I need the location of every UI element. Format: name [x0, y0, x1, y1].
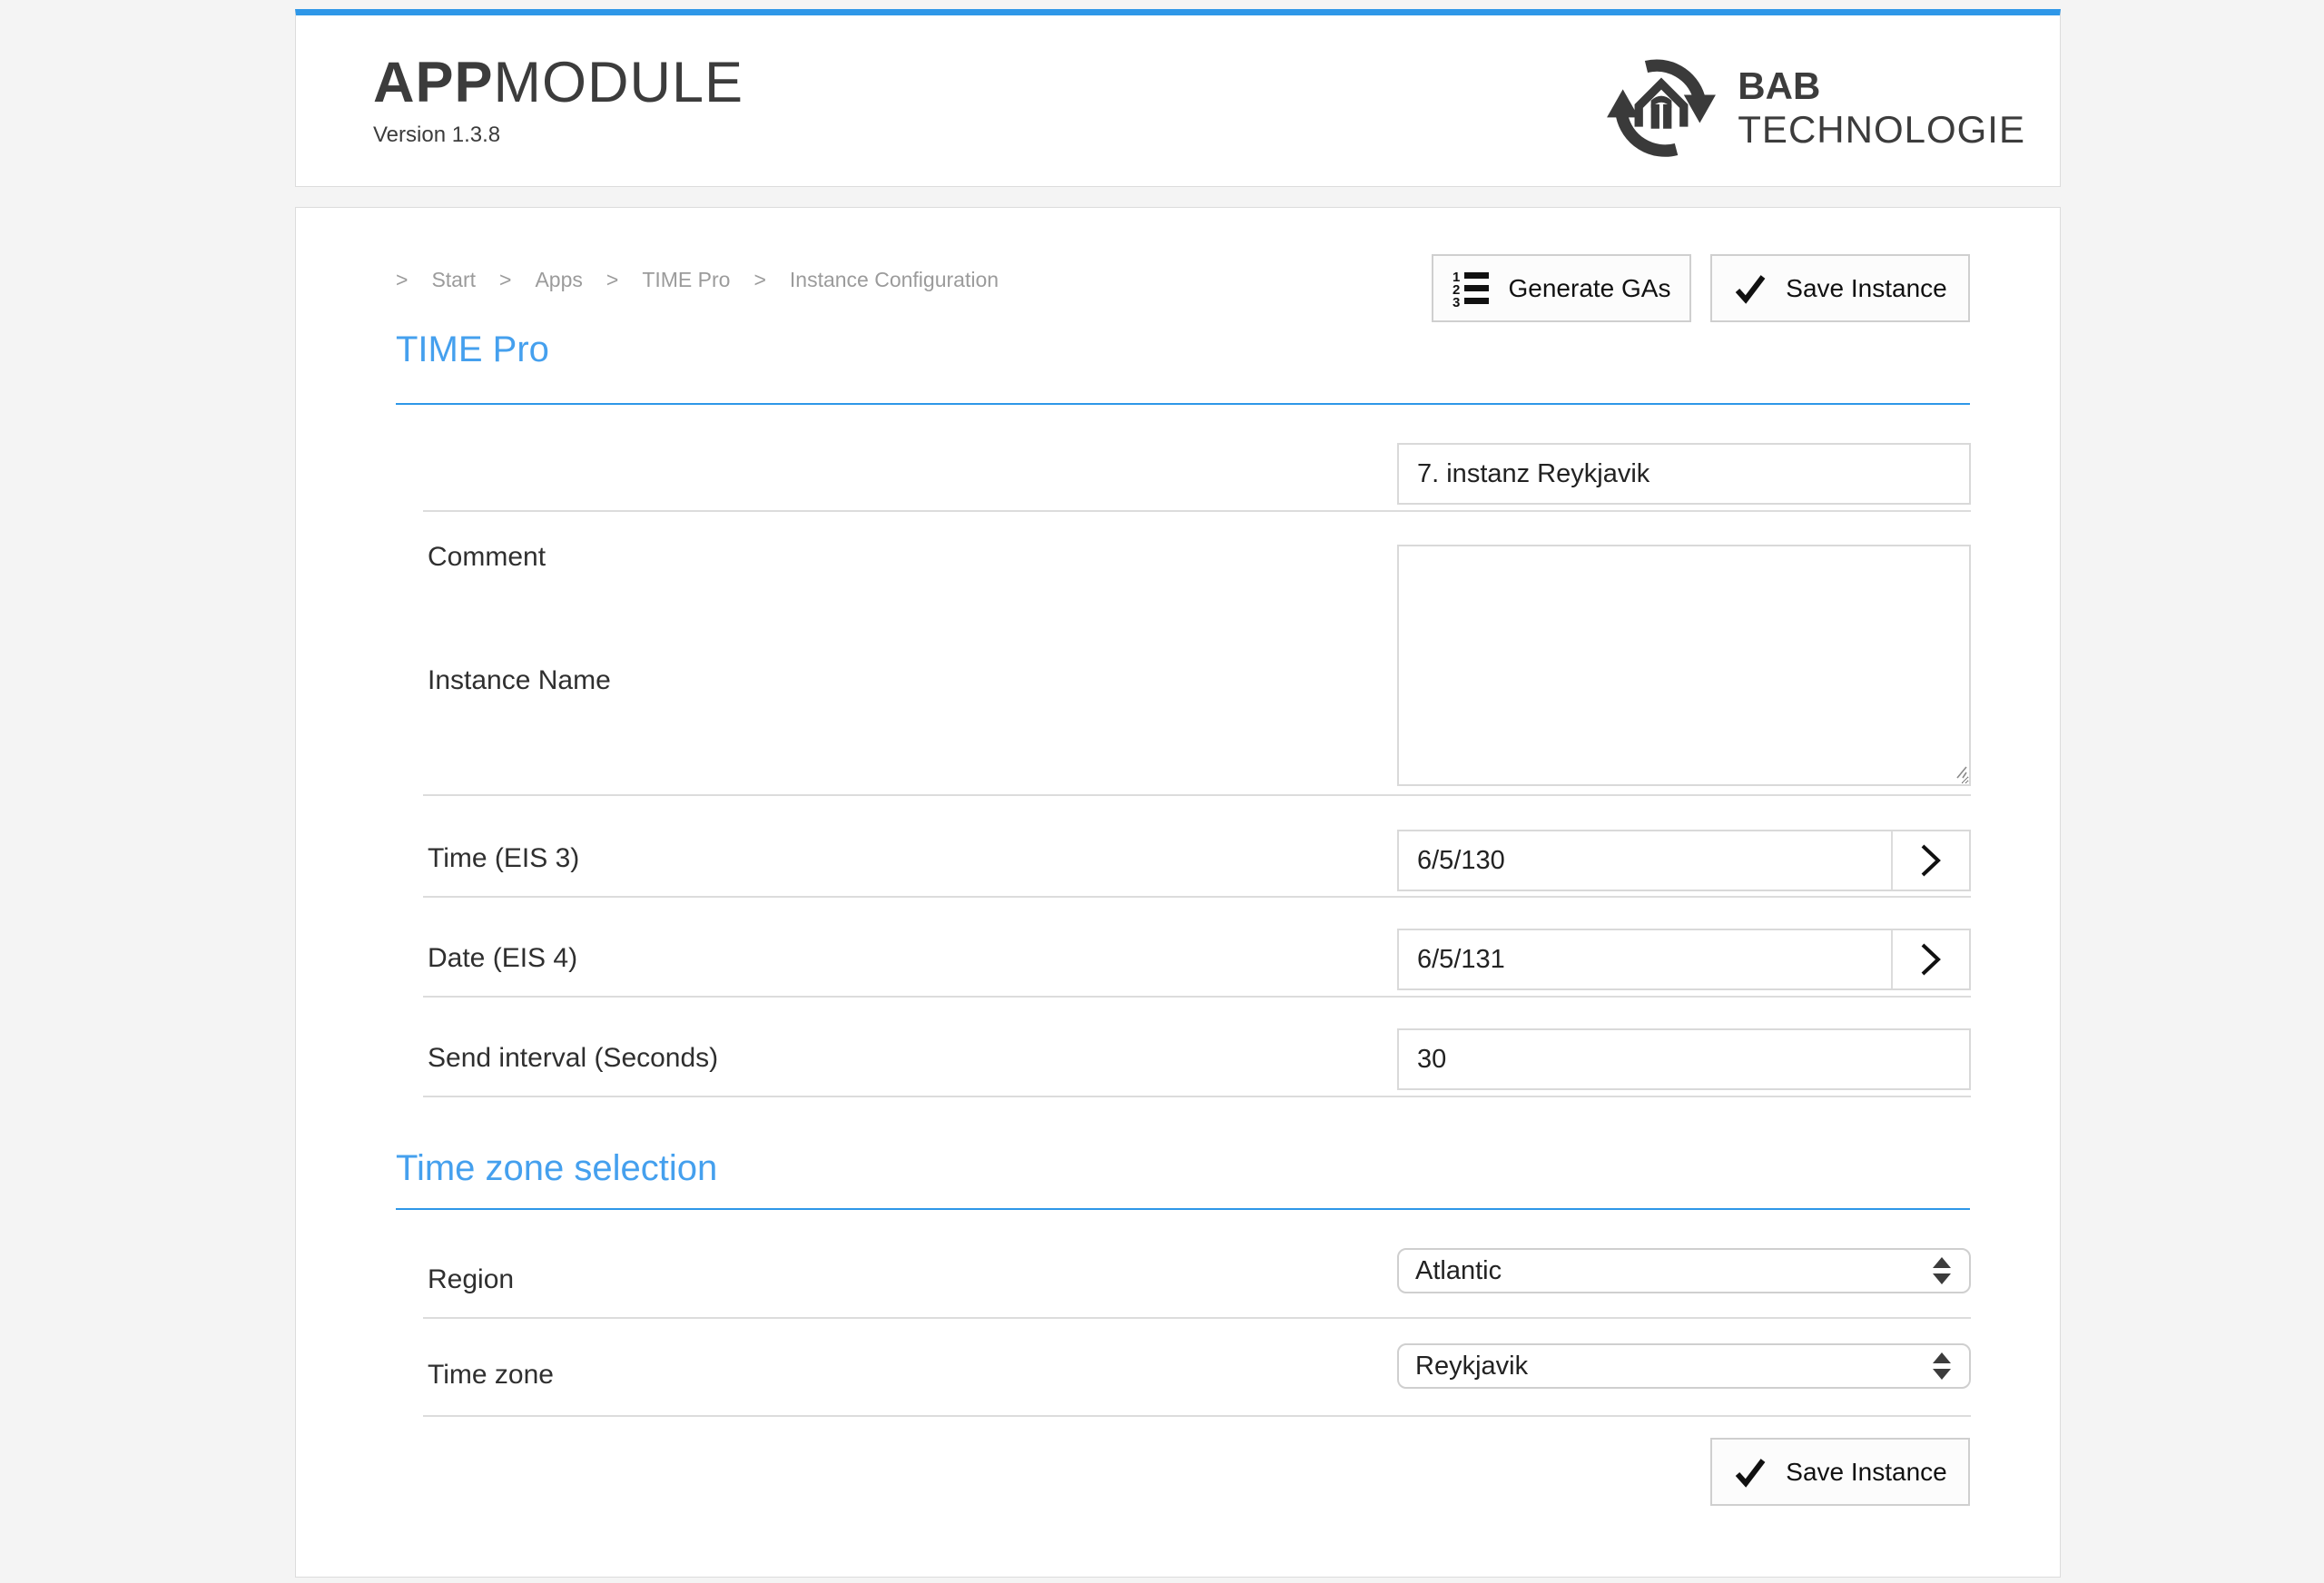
section-title-time-pro: TIME Pro [396, 329, 549, 370]
save-instance-button-top[interactable]: Save Instance [1710, 254, 1970, 322]
save-instance-button-bottom[interactable]: Save Instance [1710, 1438, 1970, 1506]
checkmark-icon [1733, 271, 1768, 306]
instance-name-input[interactable] [1397, 443, 1971, 505]
breadcrumb-separator: > [396, 268, 408, 292]
region-label: Region [428, 1264, 514, 1295]
instance-name-label: Instance Name [428, 665, 611, 696]
content-panel: > Start > Apps > TIME Pro > Instance Con… [295, 207, 2061, 1578]
brand-name: BAB [1738, 64, 2025, 108]
time-zone-label: Time zone [428, 1360, 554, 1391]
time-eis3-input[interactable] [1399, 831, 1891, 890]
time-eis3-label: Time (EIS 3) [428, 843, 579, 874]
time-eis3-browse-button[interactable] [1891, 831, 1969, 890]
brand-text: BAB TECHNOLOGIE [1738, 64, 2025, 152]
date-eis4-input-group [1397, 929, 1971, 990]
app-title: APPMODULE [373, 50, 743, 115]
app-logo: APPMODULE Version 1.3.8 [373, 50, 743, 148]
generate-gas-label: Generate GAs [1509, 274, 1671, 303]
row-divider [423, 1096, 1971, 1097]
time-zone-selected-value: Reykjavik [1415, 1352, 1528, 1381]
section-rule [396, 1208, 1970, 1210]
breadcrumb-item-instance-configuration: Instance Configuration [790, 268, 999, 292]
section-rule [396, 403, 1970, 405]
up-down-spinner-icon [1933, 1257, 1951, 1284]
row-divider [423, 1415, 1971, 1417]
row-divider [423, 896, 1971, 898]
breadcrumb-separator: > [753, 268, 765, 292]
svg-text:3: 3 [1452, 295, 1460, 308]
comment-label: Comment [428, 542, 546, 573]
date-eis4-label: Date (EIS 4) [428, 943, 577, 974]
breadcrumb: > Start > Apps > TIME Pro > Instance Con… [396, 268, 999, 292]
app-title-bold: APP [373, 51, 494, 114]
app-title-regular: MODULE [494, 51, 744, 114]
region-select[interactable]: Atlantic [1397, 1248, 1971, 1293]
breadcrumb-separator: > [606, 268, 618, 292]
app-version: Version 1.3.8 [373, 123, 743, 148]
brand-logo: BAB TECHNOLOGIE [1605, 52, 2025, 164]
row-divider [423, 996, 1971, 998]
breadcrumb-item-apps[interactable]: Apps [535, 268, 582, 292]
chevron-right-icon [1919, 841, 1943, 880]
time-zone-select[interactable]: Reykjavik [1397, 1343, 1971, 1389]
time-eis3-input-group [1397, 830, 1971, 891]
chevron-right-icon [1919, 939, 1943, 979]
region-selected-value: Atlantic [1415, 1256, 1502, 1286]
generate-gas-button[interactable]: 1 2 3 Generate GAs [1432, 254, 1691, 322]
breadcrumb-item-start[interactable]: Start [431, 268, 476, 292]
header-panel: APPMODULE Version 1.3.8 BAB TECHNOL [295, 9, 2061, 187]
row-divider [423, 510, 1971, 512]
date-eis4-input[interactable] [1399, 930, 1891, 988]
ordered-list-icon: 1 2 3 [1452, 270, 1491, 308]
row-divider [423, 1317, 1971, 1319]
section-title-time-zone: Time zone selection [396, 1148, 717, 1189]
breadcrumb-separator: > [499, 268, 511, 292]
save-instance-label: Save Instance [1786, 274, 1946, 303]
checkmark-icon [1733, 1455, 1768, 1490]
row-divider [423, 794, 1971, 796]
save-instance-label: Save Instance [1786, 1458, 1946, 1487]
send-interval-input[interactable] [1397, 1028, 1971, 1090]
send-interval-label: Send interval (Seconds) [428, 1043, 718, 1074]
house-recycle-arrows-icon [1605, 52, 1718, 164]
comment-textarea[interactable] [1397, 545, 1971, 786]
breadcrumb-item-time-pro[interactable]: TIME Pro [642, 268, 730, 292]
up-down-spinner-icon [1933, 1352, 1951, 1380]
brand-subname: TECHNOLOGIE [1738, 108, 2025, 152]
date-eis4-browse-button[interactable] [1891, 930, 1969, 988]
